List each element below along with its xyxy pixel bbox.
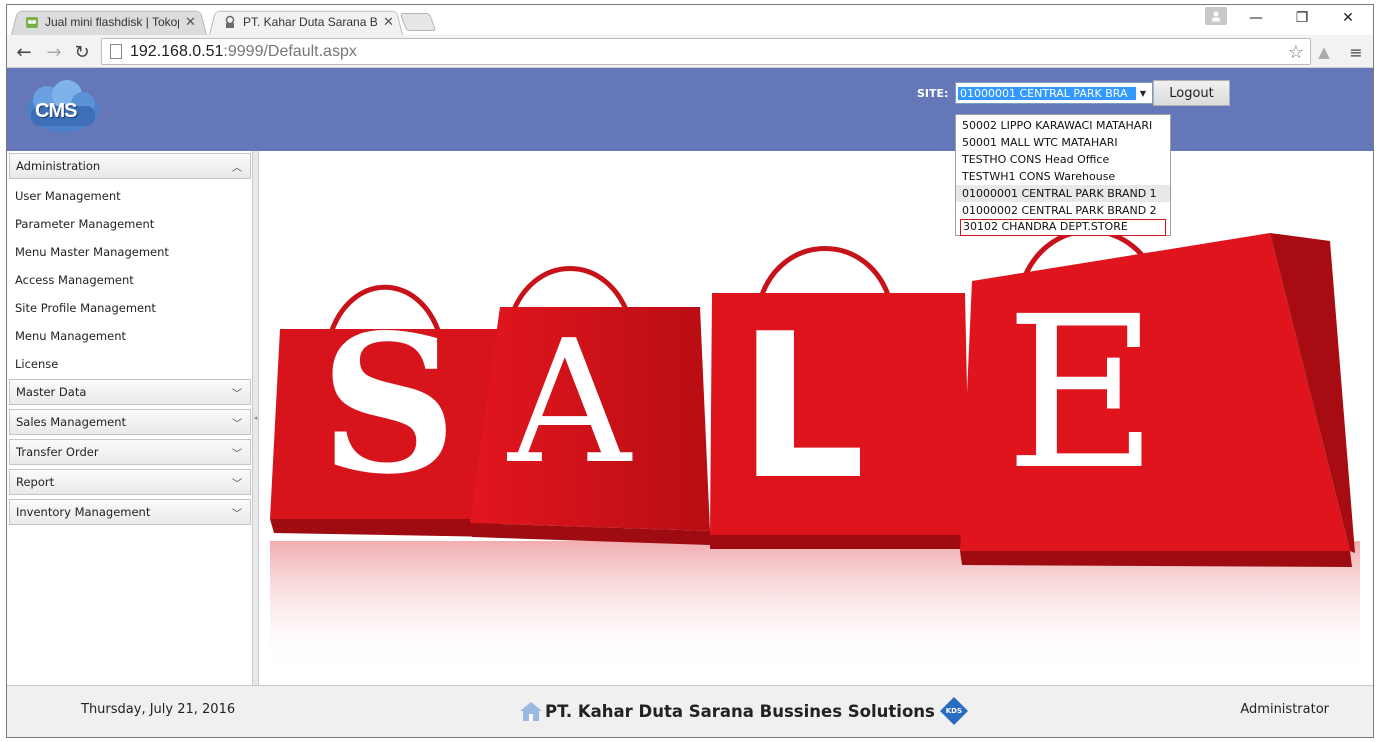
- accordion-inventory-management[interactable]: Inventory Management ﹀: [9, 499, 251, 525]
- reload-icon[interactable]: ↻: [71, 41, 93, 63]
- sidebar-splitter[interactable]: ◂: [253, 151, 259, 685]
- kds-logo: KDS: [939, 696, 969, 726]
- cms-logo: CMS: [21, 80, 105, 138]
- site-option[interactable]: 50001 MALL WTC MATAHARI: [956, 134, 1170, 151]
- new-tab-button[interactable]: [399, 13, 437, 31]
- site-select[interactable]: 01000001 CENTRAL PARK BRA ▼: [955, 82, 1153, 104]
- tab-kahar-duta[interactable]: PT. Kahar Duta Sarana Bus ✕: [209, 9, 403, 35]
- logo-text: CMS: [35, 100, 77, 122]
- menu-menu-management[interactable]: Menu Management: [15, 327, 126, 345]
- site-label: SITE:: [917, 87, 949, 100]
- forward-arrow-icon[interactable]: →: [43, 41, 65, 63]
- bookmark-star-icon[interactable]: ☆: [1288, 42, 1304, 63]
- tab-label: Jual mini flashdisk | Tokop: [45, 15, 179, 29]
- letter-a: A: [507, 304, 633, 502]
- tab-label: PT. Kahar Duta Sarana Bus: [243, 15, 377, 29]
- close-tab-icon[interactable]: ✕: [185, 15, 196, 30]
- accordion-title: Transfer Order: [16, 445, 99, 459]
- accordion-title: Master Data: [16, 385, 87, 399]
- accordion-transfer-order[interactable]: Transfer Order ﹀: [9, 439, 251, 465]
- home-icon[interactable]: [519, 700, 543, 722]
- chevron-down-icon[interactable]: ﹀: [232, 385, 242, 400]
- dropdown-arrow-icon[interactable]: ▼: [1136, 85, 1150, 101]
- site-dropdown-list: 50002 LIPPO KARAWACI MATAHARI 50001 MALL…: [955, 114, 1171, 236]
- sale-banner-image: S A L E: [260, 151, 1373, 685]
- back-arrow-icon[interactable]: ←: [13, 41, 35, 63]
- chevron-down-icon[interactable]: ﹀: [232, 445, 242, 460]
- url-host: 192.168.0.51: [130, 42, 224, 60]
- accordion-sales-management[interactable]: Sales Management ﹀: [9, 409, 251, 435]
- accordion-title: Sales Management: [16, 415, 127, 429]
- site-option[interactable]: TESTHO CONS Head Office: [956, 151, 1170, 168]
- company-name: PT. Kahar Duta Sarana Bussines Solutions: [545, 701, 935, 721]
- accordion-title: Administration: [16, 159, 101, 173]
- letter-e: E: [1005, 271, 1158, 516]
- sale-bags-illustration: S A L E: [270, 228, 1360, 671]
- page-icon: [110, 44, 122, 59]
- footer-company: PT. Kahar Duta Sarana Bussines Solutions…: [519, 696, 969, 726]
- chevron-down-icon[interactable]: ﹀: [232, 415, 242, 430]
- chevron-down-icon[interactable]: ﹀: [232, 505, 242, 520]
- menu-parameter-management[interactable]: Parameter Management: [15, 215, 154, 233]
- owl-favicon-icon: [25, 15, 39, 29]
- application: CMS SITE: 01000001 CENTRAL PARK BRA ▼ Lo…: [7, 68, 1373, 737]
- letter-l: L: [738, 291, 865, 524]
- footer-user: Administrator: [1240, 702, 1329, 717]
- accordion-title: Inventory Management: [16, 505, 151, 519]
- app-footer: Thursday, July 21, 2016 PT. Kahar Duta S…: [7, 685, 1373, 737]
- site-option[interactable]: TESTWH1 CONS Warehouse: [956, 168, 1170, 185]
- menu-license[interactable]: License: [15, 355, 58, 373]
- logout-button[interactable]: Logout: [1153, 80, 1230, 106]
- site-selected-value: 01000001 CENTRAL PARK BRA: [958, 86, 1136, 100]
- drive-extension-icon[interactable]: ▲: [1313, 41, 1335, 63]
- menu-user-management[interactable]: User Management: [15, 187, 121, 205]
- minimize-icon[interactable]: —: [1233, 5, 1279, 31]
- address-bar[interactable]: 192.168.0.51:9999/Default.aspx ☆: [101, 38, 1311, 65]
- close-tab-icon[interactable]: ✕: [383, 15, 394, 30]
- accordion-master-data[interactable]: Master Data ﹀: [9, 379, 251, 405]
- profile-icon[interactable]: [1205, 7, 1227, 25]
- browser-window: Jual mini flashdisk | Tokop ✕ PT. Kahar …: [6, 4, 1374, 738]
- chevron-up-icon[interactable]: ︿: [232, 159, 242, 174]
- site-option[interactable]: 01000002 CENTRAL PARK BRAND 2: [956, 202, 1170, 219]
- menu-icon[interactable]: ≡: [1345, 41, 1367, 63]
- url-path: :9999/Default.aspx: [223, 42, 357, 60]
- kds-logo-text: KDS: [945, 707, 962, 715]
- tab-tokopedia[interactable]: Jual mini flashdisk | Tokop ✕: [11, 9, 207, 35]
- footer-date: Thursday, July 21, 2016: [81, 702, 236, 717]
- site-option-selected[interactable]: 01000001 CENTRAL PARK BRAND 1: [956, 185, 1170, 202]
- sidebar: Administration ︿ User Management Paramet…: [7, 151, 253, 685]
- letter-s: S: [320, 293, 457, 516]
- site-option-highlighted[interactable]: 30102 CHANDRA DEPT.STORE: [960, 219, 1166, 236]
- accordion-title: Report: [16, 475, 55, 489]
- close-window-icon[interactable]: ✕: [1325, 5, 1371, 31]
- page-favicon-icon: [223, 15, 237, 29]
- browser-toolbar: ← → ↻ 192.168.0.51:9999/Default.aspx ☆ ▲…: [7, 35, 1373, 68]
- menu-site-profile-management[interactable]: Site Profile Management: [15, 299, 156, 317]
- menu-access-management[interactable]: Access Management: [15, 271, 134, 289]
- tab-strip: Jual mini flashdisk | Tokop ✕ PT. Kahar …: [7, 5, 1373, 35]
- menu-menu-master-management[interactable]: Menu Master Management: [15, 243, 169, 261]
- accordion-report[interactable]: Report ﹀: [9, 469, 251, 495]
- restore-icon[interactable]: ❐: [1279, 5, 1325, 31]
- site-option[interactable]: 50002 LIPPO KARAWACI MATAHARI: [956, 117, 1170, 134]
- accordion-administration[interactable]: Administration ︿: [9, 153, 251, 179]
- chevron-down-icon[interactable]: ﹀: [232, 475, 242, 490]
